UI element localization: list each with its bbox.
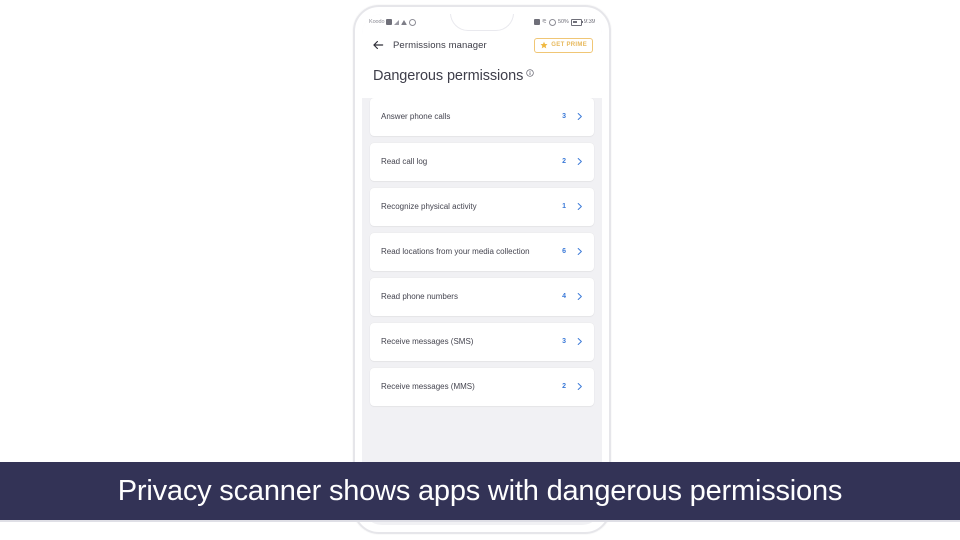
permission-row[interactable]: Receive messages (MMS) 2 xyxy=(370,367,594,406)
permission-row[interactable]: Recognize physical activity 1 xyxy=(370,187,594,226)
permission-app-count: 3 xyxy=(562,113,566,120)
clock-label: 9:39 xyxy=(583,19,595,25)
status-bar-right: ⚟ 50% 9:39 xyxy=(533,18,595,26)
chevron-right-icon[interactable] xyxy=(575,112,584,121)
chevron-right-icon[interactable] xyxy=(575,247,584,256)
permission-name: Read locations from your media collectio… xyxy=(381,246,530,256)
sim-icon xyxy=(386,19,393,25)
caption-text: Privacy scanner shows apps with dangerou… xyxy=(117,474,843,507)
permissions-list[interactable]: Answer phone calls 3 Read call log 2 Recogni… xyxy=(362,97,602,480)
permission-name: Read phone numbers xyxy=(381,291,458,301)
permission-row[interactable]: Read call log 2 xyxy=(370,142,594,181)
permission-app-count: 1 xyxy=(562,203,566,210)
permission-name: Recognize physical activity xyxy=(381,201,477,211)
permission-app-count: 2 xyxy=(562,383,566,390)
battery-percent-label: 50% xyxy=(558,19,569,25)
vibrate-icon xyxy=(533,19,540,25)
chevron-right-icon[interactable] xyxy=(575,292,584,301)
status-bar-left: Koodo xyxy=(369,18,417,26)
page-title: Dangerous permissions xyxy=(373,68,524,84)
permission-app-count: 3 xyxy=(562,338,566,345)
alarm-icon xyxy=(549,18,556,26)
chevron-right-icon[interactable] xyxy=(575,337,584,346)
permission-row[interactable]: Read locations from your media collectio… xyxy=(370,232,594,271)
permission-name: Answer phone calls xyxy=(381,111,451,121)
permission-name: Read call log xyxy=(381,156,428,166)
permission-row[interactable]: Read phone numbers 4 xyxy=(370,277,594,316)
permission-name: Receive messages (SMS) xyxy=(381,336,474,346)
permission-row[interactable]: Receive messages (SMS) 3 xyxy=(370,322,594,361)
carrier-label: Koodo xyxy=(369,19,385,25)
wifi-icon xyxy=(401,19,408,25)
star-icon xyxy=(540,41,548,49)
app-bar: Permissions manager GET PRIME xyxy=(362,30,602,60)
get-prime-button[interactable]: GET PRIME xyxy=(534,37,593,53)
phone-screen: Koodo ⚟ 50% 9:39 Permissions manager GET… xyxy=(362,14,602,525)
camera-notch xyxy=(450,14,514,31)
bluetooth-icon: ⚟ xyxy=(541,19,547,25)
info-icon[interactable] xyxy=(526,69,534,77)
app-bar-title: Permissions manager xyxy=(393,39,487,51)
status-bar: Koodo ⚟ 50% 9:39 xyxy=(362,14,602,31)
chevron-right-icon[interactable] xyxy=(575,157,584,166)
get-prime-label: GET PRIME xyxy=(551,42,587,48)
permission-row[interactable]: Answer phone calls 3 xyxy=(370,97,594,136)
permission-name: Receive messages (MMS) xyxy=(381,381,475,391)
caption-banner: Privacy scanner shows apps with dangerou… xyxy=(0,462,960,520)
permission-app-count: 4 xyxy=(562,293,566,300)
mute-icon xyxy=(409,18,417,26)
signal-icon xyxy=(394,19,400,25)
back-arrow-icon[interactable] xyxy=(371,38,385,52)
permission-app-count: 6 xyxy=(562,248,566,255)
page-title-row: Dangerous permissions xyxy=(362,60,602,98)
chevron-right-icon[interactable] xyxy=(575,382,584,391)
permission-app-count: 2 xyxy=(562,158,566,165)
battery-icon xyxy=(570,18,583,26)
caption-underline xyxy=(0,520,960,522)
phone-device-frame: Koodo ⚟ 50% 9:39 Permissions manager GET… xyxy=(353,5,611,534)
chevron-right-icon[interactable] xyxy=(575,202,584,211)
